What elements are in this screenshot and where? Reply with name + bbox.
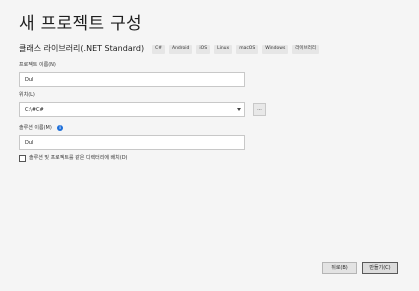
project-name-label: 프로젝트 이름(N) xyxy=(19,62,56,68)
solution-name-input[interactable]: Dul xyxy=(19,135,245,150)
tag-macos: macOS xyxy=(236,44,259,54)
dialog-window: 새 프로젝트 구성 클래스 라이브러리(.NET Standard) C# An… xyxy=(0,0,419,291)
create-button[interactable]: 만들기(C) xyxy=(362,262,398,274)
location-label: 위치(L) xyxy=(19,92,35,98)
project-name-input[interactable]: Dul xyxy=(19,72,245,87)
tag-library: 라이브러리 xyxy=(292,44,319,54)
same-directory-label: 솔루션 및 프로젝트를 같은 디렉터리에 배치(D) xyxy=(29,155,128,161)
page-title: 새 프로젝트 구성 xyxy=(19,14,142,34)
tag-csharp: C# xyxy=(152,44,165,54)
tag-ios: iOS xyxy=(196,44,211,54)
browse-button[interactable]: ... xyxy=(253,103,266,116)
template-info: 클래스 라이브러리(.NET Standard) C# Android iOS … xyxy=(19,42,323,56)
template-name: 클래스 라이브러리(.NET Standard) xyxy=(19,44,145,53)
solution-name-value: Dul xyxy=(25,140,34,146)
chevron-down-icon xyxy=(237,108,241,111)
back-button[interactable]: 뒤로(B) xyxy=(322,262,357,274)
tag-linux: Linux xyxy=(214,44,233,54)
info-icon[interactable]: i xyxy=(57,125,63,131)
solution-name-label: 솔루션 이름(M) xyxy=(19,125,52,131)
location-select[interactable]: C:\#C# xyxy=(19,102,245,117)
tag-android: Android xyxy=(169,44,193,54)
tag-windows: Windows xyxy=(262,44,289,54)
location-value: C:\#C# xyxy=(25,107,44,113)
project-name-value: Dul xyxy=(25,77,34,83)
same-directory-checkbox[interactable] xyxy=(19,155,26,162)
